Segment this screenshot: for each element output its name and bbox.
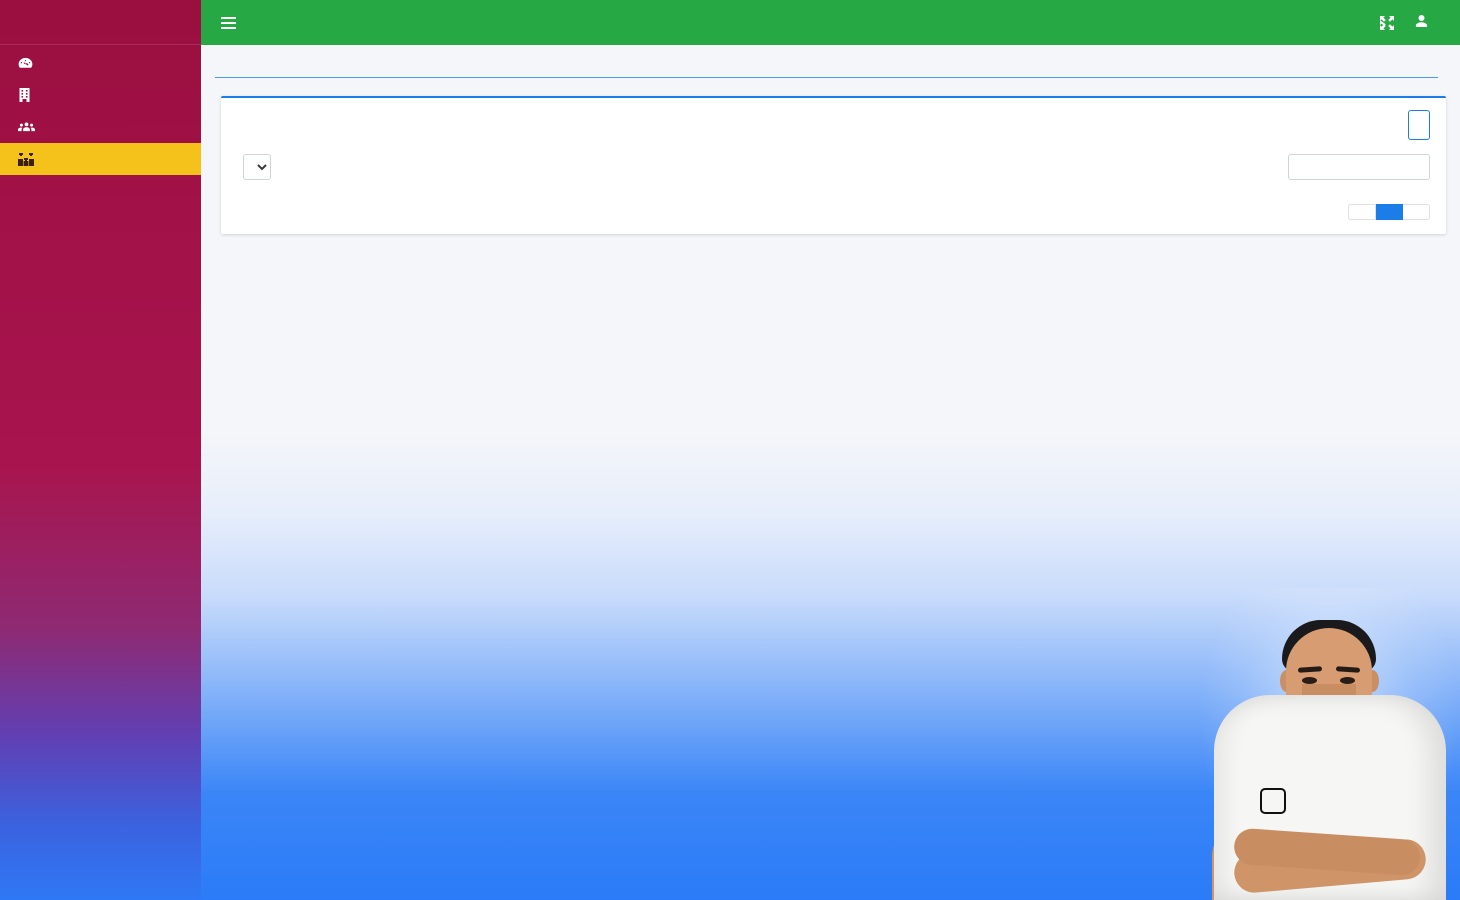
shirt-logo bbox=[1260, 788, 1380, 814]
pagination-page-1[interactable] bbox=[1376, 204, 1403, 220]
topbar-right bbox=[1379, 14, 1442, 31]
page-length-select[interactable] bbox=[243, 154, 271, 180]
hamburger-icon[interactable] bbox=[221, 16, 236, 29]
brand-title bbox=[0, 0, 201, 45]
card-header bbox=[221, 98, 1446, 150]
card-body bbox=[221, 150, 1446, 234]
datatable-controls bbox=[235, 150, 1432, 192]
sidebar bbox=[0, 0, 201, 900]
pagination-next[interactable] bbox=[1403, 204, 1430, 220]
page-length-control bbox=[237, 154, 277, 180]
left-eye bbox=[1302, 677, 1317, 684]
itsc-logo-icon bbox=[1260, 788, 1286, 814]
sidebar-item-parcels[interactable] bbox=[0, 143, 201, 175]
page-header bbox=[201, 45, 1460, 78]
sidebar-item-dashboard[interactable] bbox=[0, 47, 201, 79]
expand-arrows-icon[interactable] bbox=[1379, 15, 1395, 31]
user-icon bbox=[1415, 14, 1428, 31]
pagination bbox=[1348, 204, 1430, 220]
sidebar-nav bbox=[0, 45, 201, 175]
user-menu[interactable] bbox=[1415, 14, 1442, 31]
sidebar-item-branch[interactable] bbox=[0, 79, 201, 111]
datatable-footer bbox=[235, 192, 1432, 224]
pagination-previous[interactable] bbox=[1348, 204, 1376, 220]
title-divider bbox=[215, 77, 1438, 78]
search-input[interactable] bbox=[1288, 154, 1430, 180]
users-icon bbox=[18, 121, 40, 133]
right-eye bbox=[1340, 677, 1355, 684]
presenter-photo bbox=[1198, 588, 1460, 900]
boxes-icon bbox=[18, 152, 40, 166]
add-new-button[interactable] bbox=[1408, 110, 1430, 140]
sidebar-item-branch-staff[interactable] bbox=[0, 111, 201, 143]
building-icon bbox=[18, 88, 40, 102]
search-control bbox=[1281, 154, 1430, 180]
topbar bbox=[201, 0, 1460, 45]
application-root bbox=[0, 0, 1460, 900]
dashboard-icon bbox=[18, 57, 40, 70]
parcel-list-card bbox=[221, 96, 1446, 234]
